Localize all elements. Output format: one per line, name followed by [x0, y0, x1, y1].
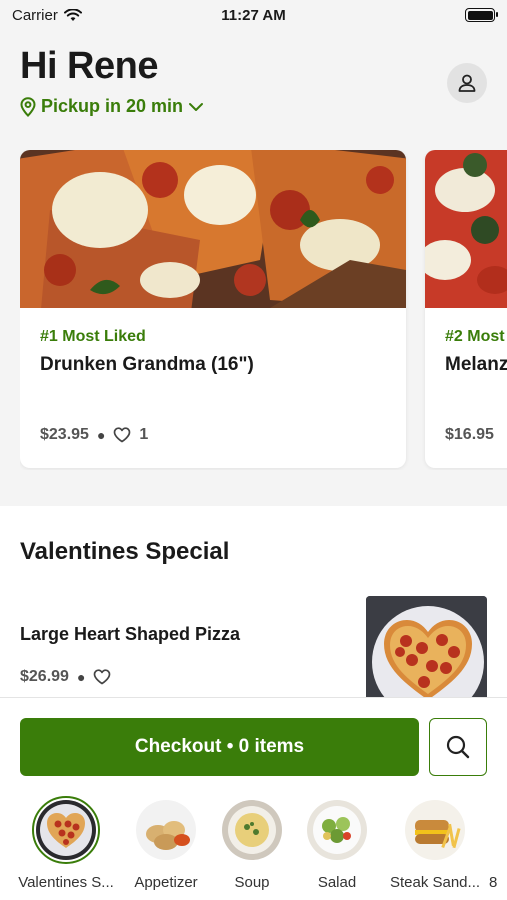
card-title: Drunken Grandma (16") — [40, 354, 254, 375]
card-title: Melanz — [445, 354, 507, 375]
category-image — [405, 800, 465, 860]
card-meta: $23.95 ● 1 — [40, 426, 148, 444]
heart-icon[interactable] — [93, 669, 111, 685]
separator-dot: ● — [76, 669, 86, 685]
category-image — [136, 800, 196, 860]
location-pin-icon — [20, 96, 36, 117]
featured-card[interactable]: #2 Most Liked Melanz $16.95 — [425, 150, 507, 468]
category-item[interactable]: Appetizer — [116, 798, 216, 891]
status-left: Carrier — [12, 7, 82, 24]
status-bar: Carrier 11:27 AM — [0, 0, 507, 30]
category-item[interactable]: Steak Sand... — [385, 798, 485, 891]
category-label: Steak Sand... — [389, 874, 481, 891]
header: Hi Rene Pickup in 20 min — [20, 45, 487, 117]
category-label: Valentines S... — [18, 874, 114, 891]
card-price: $16.95 — [445, 426, 494, 443]
category-image — [36, 800, 96, 860]
category-selected-ring — [32, 796, 100, 864]
battery-icon — [465, 8, 498, 22]
chevron-down-icon — [189, 102, 204, 111]
category-item[interactable]: 8 — [489, 798, 507, 891]
card-rank: #2 Most Liked — [445, 328, 507, 345]
menu-item-price: $26.99 — [20, 668, 69, 685]
pizza-photo — [425, 150, 507, 308]
featured-carousel[interactable]: #1 Most Liked Drunken Grandma (16") $23.… — [20, 150, 507, 470]
category-label: Salad — [317, 874, 357, 891]
pickup-selector[interactable]: Pickup in 20 min — [20, 96, 487, 117]
menu-item-name[interactable]: Large Heart Shaped Pizza — [20, 624, 240, 645]
heart-icon[interactable] — [113, 427, 131, 443]
category-label: 8 — [489, 874, 498, 891]
carrier-label: Carrier — [12, 6, 58, 24]
card-rank: #1 Most Liked — [40, 328, 146, 345]
section-title: Valentines Special — [20, 538, 230, 565]
category-bar[interactable]: Valentines S... Appetizer Soup Salad Ste… — [0, 796, 507, 898]
profile-button[interactable] — [447, 63, 487, 103]
card-body: #1 Most Liked Drunken Grandma (16") $23.… — [20, 308, 406, 468]
featured-card[interactable]: #1 Most Liked Drunken Grandma (16") $23.… — [20, 150, 406, 468]
greeting-title: Hi Rene — [20, 45, 158, 87]
category-item[interactable]: Valentines S... — [16, 796, 116, 891]
card-meta: $16.95 — [445, 426, 494, 444]
category-item[interactable]: Salad — [287, 798, 387, 891]
category-label: Appetizer — [134, 874, 198, 891]
checkout-button[interactable]: Checkout • 0 items — [20, 718, 419, 776]
card-likes: 1 — [139, 426, 149, 443]
bottom-bar: Checkout • 0 items Valentines S... Appet… — [0, 697, 507, 900]
search-icon — [446, 735, 470, 759]
menu-section: Valentines Special Large Heart Shaped Pi… — [0, 506, 507, 706]
user-icon — [458, 74, 476, 92]
pickup-label: Pickup in 20 min — [41, 96, 184, 116]
separator-dot: ● — [96, 427, 106, 443]
menu-item-meta: $26.99 ● — [20, 668, 111, 686]
heart-pizza-photo[interactable] — [366, 596, 487, 706]
category-image — [307, 800, 367, 860]
card-price: $23.95 — [40, 426, 89, 443]
pizza-photo — [20, 150, 406, 308]
search-button[interactable] — [429, 718, 487, 776]
category-image — [222, 800, 282, 860]
wifi-icon — [63, 8, 82, 21]
card-body: #2 Most Liked Melanz $16.95 — [425, 308, 507, 468]
